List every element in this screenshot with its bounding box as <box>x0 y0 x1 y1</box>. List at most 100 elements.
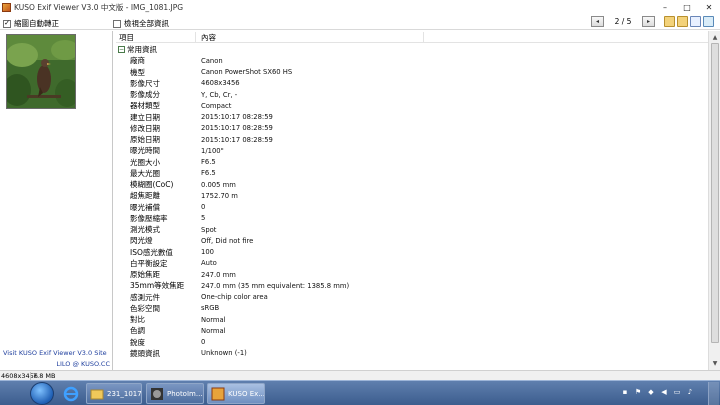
photoimpact-icon <box>151 387 163 400</box>
taskbar-item-folder[interactable]: 231_1017 <box>86 383 142 404</box>
row-value: 0 <box>201 203 206 212</box>
checkbox-empty-icon[interactable] <box>113 19 121 28</box>
table-row[interactable]: 色彩空間 sRGB <box>116 303 708 314</box>
minimize-button[interactable]: – <box>654 0 676 14</box>
status-bar: 4608x3456 7.8 MB <box>0 370 720 380</box>
row-key: 廠商 <box>130 56 145 66</box>
row-key: 35mm等效焦距 <box>130 281 185 291</box>
folder-icon <box>90 389 104 399</box>
checkbox-checked-icon[interactable]: ✓ <box>3 19 11 28</box>
row-key: 鏡頭資訊 <box>130 348 160 358</box>
table-row[interactable]: 曝光補償 0 <box>116 202 708 213</box>
tray-volume-icon[interactable]: ◀ <box>659 387 669 397</box>
table-row[interactable]: 銳度 0 <box>116 337 708 348</box>
group-row[interactable]: − 常用資訊 <box>116 44 708 55</box>
collapse-icon[interactable]: − <box>118 46 125 54</box>
row-key: 閃光燈 <box>130 236 153 246</box>
table-row[interactable]: 原始日期 2015:10:17 08:28:59 <box>116 134 708 145</box>
open-folder-icon[interactable] <box>664 16 675 27</box>
table-row[interactable]: ISO感光數值 100 <box>116 247 708 258</box>
prev-image-button[interactable]: ◂ <box>591 16 604 27</box>
row-value: F6.5 <box>201 169 216 178</box>
group-label: 常用資訊 <box>127 45 157 55</box>
row-key: 建立日期 <box>130 112 160 122</box>
row-value: 2015:10:17 08:28:59 <box>201 124 273 133</box>
vertical-scrollbar[interactable]: ▲ ▼ <box>708 31 720 370</box>
table-row[interactable]: 原始焦距 247.0 mm <box>116 269 708 280</box>
tool-buttons <box>664 16 716 27</box>
column-header-item[interactable]: 項目 <box>116 32 196 42</box>
taskbar-item-kuso[interactable]: KUSO Ex... <box>207 383 265 404</box>
table-row[interactable]: 閃光燈 Off, Did not fire <box>116 235 708 246</box>
row-value: Normal <box>201 315 226 324</box>
table-row[interactable]: 對比 Normal <box>116 314 708 325</box>
next-image-button[interactable]: ▸ <box>642 16 655 27</box>
table-row[interactable]: 鏡頭資訊 Unknown (-1) <box>116 348 708 359</box>
table-row[interactable]: 影像成分 Y, Cb, Cr, - <box>116 89 708 100</box>
photo-thumbnail[interactable] <box>6 34 76 109</box>
row-key: 修改日期 <box>130 123 160 133</box>
visit-site-link[interactable]: Visit KUSO Exif Viewer V3.0 Site <box>3 349 113 357</box>
close-button[interactable]: ✕ <box>698 0 720 14</box>
table-row[interactable]: 感測元件 One-chip color area <box>116 292 708 303</box>
row-value: 1752.70 m <box>201 191 238 200</box>
table-row[interactable]: 測光模式 Spot <box>116 224 708 235</box>
credit-link[interactable]: LILO @ KUSO.CC <box>0 360 110 368</box>
row-key: ISO感光數值 <box>130 247 173 257</box>
taskbar: 231_1017 PhotoIm... KUSO Ex... ▪ ⚑ ◆ ◀ ▭… <box>0 380 720 405</box>
table-row[interactable]: 模糊圈(CoC) 0.005 mm <box>116 179 708 190</box>
tray-monitor-icon[interactable]: ▭ <box>672 387 682 397</box>
scroll-up-icon[interactable]: ▲ <box>710 32 720 42</box>
tray-network-icon[interactable]: ▪ <box>620 387 630 397</box>
scroll-down-icon[interactable]: ▼ <box>710 358 720 368</box>
row-key: 機型 <box>130 67 145 77</box>
table-row[interactable]: 色調 Normal <box>116 325 708 336</box>
table-row[interactable]: 建立日期 2015:10:17 08:28:59 <box>116 112 708 123</box>
row-key: 對比 <box>130 315 145 325</box>
show-desktop-button[interactable] <box>708 382 719 405</box>
auto-rotate-checkbox[interactable]: ✓ 縮圖自動轉正 <box>3 18 59 29</box>
tray-speaker-icon[interactable]: ♪ <box>685 387 695 397</box>
row-value: 247.0 mm (35 mm equivalent: 1385.8 mm) <box>201 281 350 290</box>
tray-flag-icon[interactable]: ⚑ <box>633 387 643 397</box>
table-row[interactable]: 器材類型 Compact <box>116 100 708 111</box>
row-key: 色調 <box>130 326 145 336</box>
title-bar: KUSO Exif Viewer V3.0 中文版 - IMG_1081.JPG… <box>0 0 720 14</box>
row-value: Canon <box>201 56 223 65</box>
column-header-content[interactable]: 內容 <box>197 32 424 42</box>
row-list: 廠商 Canon 機型 Canon PowerShot SX60 HS 影像尺寸 4608… <box>116 55 708 359</box>
table-row[interactable]: 超焦距離 1752.70 m <box>116 190 708 201</box>
save-icon[interactable] <box>677 16 688 27</box>
info-icon[interactable] <box>703 16 714 27</box>
row-key: 測光模式 <box>130 225 160 235</box>
taskbar-kuso-label: KUSO Ex... <box>228 389 265 398</box>
show-all-checkbox[interactable]: 檢視全部資訊 <box>113 18 169 29</box>
table-row[interactable]: 光圈大小 F6.5 <box>116 157 708 168</box>
tray-security-icon[interactable]: ◆ <box>646 387 656 397</box>
row-value: Spot <box>201 225 217 234</box>
table-row[interactable]: 機型 Canon PowerShot SX60 HS <box>116 67 708 78</box>
app-icon <box>2 2 11 12</box>
table-row[interactable]: 影像壓縮率 5 <box>116 213 708 224</box>
table-row[interactable]: 廠商 Canon <box>116 55 708 66</box>
table-row[interactable]: 最大光圈 F6.5 <box>116 168 708 179</box>
ie-icon[interactable] <box>58 383 84 404</box>
table-row[interactable]: 白平衡設定 Auto <box>116 258 708 269</box>
maximize-button[interactable]: □ <box>676 0 698 14</box>
row-value: 5 <box>201 214 206 223</box>
table-row[interactable]: 35mm等效焦距 247.0 mm (35 mm equivalent: 1385… <box>116 280 708 291</box>
start-button[interactable] <box>30 382 54 405</box>
row-key: 白平衡設定 <box>130 258 168 268</box>
row-value: 2015:10:17 08:28:59 <box>201 113 273 122</box>
table-row[interactable]: 曝光時間 1/100" <box>116 145 708 156</box>
row-value: 0 <box>201 338 206 347</box>
table-row[interactable]: 影像尺寸 4608x3456 <box>116 78 708 89</box>
auto-rotate-label: 縮圖自動轉正 <box>14 19 59 28</box>
scrollbar-thumb[interactable] <box>711 43 719 343</box>
show-all-label: 檢視全部資訊 <box>124 19 169 28</box>
table-row[interactable]: 修改日期 2015:10:17 08:28:59 <box>116 123 708 134</box>
zoom-icon[interactable] <box>690 16 701 27</box>
row-key: 原始日期 <box>130 135 160 145</box>
row-key: 原始焦距 <box>130 270 160 280</box>
taskbar-item-photoimpact[interactable]: PhotoIm... <box>146 383 204 404</box>
